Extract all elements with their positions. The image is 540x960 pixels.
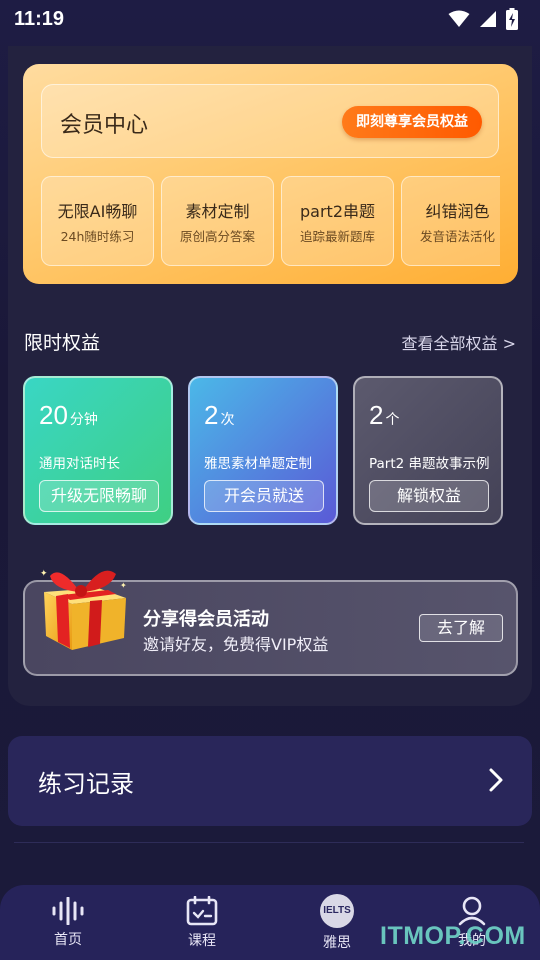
nav-label: 首页 <box>54 931 82 948</box>
benefit-desc: 通用对话时长 <box>39 456 120 472</box>
svg-text:✦: ✦ <box>40 569 48 579</box>
wifi-icon <box>448 10 470 27</box>
benefit-card-material[interactable]: 2次 雅思素材单题定制 开会员就送 <box>188 376 338 525</box>
vip-features: 无限AI畅聊 24h随时练习 素材定制 原创高分答案 part2串题 追踪最新题… <box>41 176 500 266</box>
user-icon <box>458 896 486 925</box>
nav-label: 雅思 <box>323 934 351 951</box>
nav-item-course[interactable]: 课程 <box>162 885 242 960</box>
vip-cta-button[interactable]: 即刻尊享会员权益 <box>342 106 482 138</box>
battery-icon <box>506 8 518 30</box>
vip-center-title: 会员中心 <box>60 113 149 138</box>
benefit-card-part2[interactable]: 2个 Part2 串题故事示例 解锁权益 <box>353 376 503 525</box>
benefit-card-chat-time[interactable]: 20 分钟 通用对话时长 升级无限畅聊 <box>23 376 173 525</box>
benefit-desc: 雅思素材单题定制 <box>204 456 312 472</box>
signal-icon <box>480 11 496 27</box>
vip-feature-correction[interactable]: 纠错润色 发音语法活化 <box>401 176 500 266</box>
share-title: 分享得会员活动 <box>143 609 269 630</box>
unlock-benefit-button[interactable]: 解锁权益 <box>369 480 489 512</box>
watermark-text: ITMOP.COM <box>380 922 526 950</box>
waveform-icon <box>52 896 84 925</box>
status-icons <box>448 8 518 30</box>
limited-benefits-title: 限时权益 <box>24 332 101 354</box>
view-all-benefits-link[interactable]: 查看全部权益 > <box>402 330 517 354</box>
nav-item-home[interactable]: 首页 <box>28 885 108 960</box>
feature-title: part2串题 <box>300 201 375 221</box>
feature-title: 无限AI畅聊 <box>57 201 138 221</box>
svg-text:✦: ✦ <box>120 581 127 590</box>
benefit-desc: Part2 串题故事示例 <box>369 456 490 472</box>
ielts-icon: IELTS <box>320 893 354 928</box>
feature-subtitle: 原创高分答案 <box>179 228 255 244</box>
feature-subtitle: 24h随时练习 <box>60 228 135 244</box>
vip-feature-part2[interactable]: part2串题 追踪最新题库 <box>281 176 394 266</box>
divider <box>14 842 524 843</box>
gift-box-icon: ✦ ✦ <box>40 569 127 650</box>
benefit-value: 2次 <box>204 400 235 430</box>
benefit-value: 20 分钟 <box>39 400 98 430</box>
vip-feature-material[interactable]: 素材定制 原创高分答案 <box>161 176 274 266</box>
share-subtitle: 邀请好友，免费得VIP权益 <box>143 635 329 654</box>
benefit-value: 2个 <box>369 400 400 430</box>
feature-subtitle: 追踪最新题库 <box>299 228 375 244</box>
chevron-right-icon <box>489 768 503 792</box>
practice-record-card[interactable]: 练习记录 <box>8 736 532 826</box>
feature-subtitle: 发音语法活化 <box>419 228 495 244</box>
vip-feature-ai-chat[interactable]: 无限AI畅聊 24h随时练习 <box>41 176 154 266</box>
open-membership-button[interactable]: 开会员就送 <box>204 480 324 512</box>
learn-more-button[interactable]: 去了解 <box>419 614 503 642</box>
calendar-check-icon <box>186 895 218 925</box>
vip-card[interactable]: 会员中心 即刻尊享会员权益 无限AI畅聊 24h随时练习 素材定制 原创高分答案… <box>23 64 518 284</box>
upgrade-unlimited-chat-button[interactable]: 升级无限畅聊 <box>39 480 159 512</box>
feature-title: 素材定制 <box>185 201 250 221</box>
practice-record-title: 练习记录 <box>38 770 134 798</box>
status-bar: 11:19 <box>0 0 540 38</box>
status-time: 11:19 <box>14 7 65 30</box>
vip-header: 会员中心 即刻尊享会员权益 <box>41 84 499 158</box>
nav-item-ielts[interactable]: IELTS 雅思 <box>297 885 377 960</box>
feature-title: 纠错润色 <box>425 201 490 221</box>
nav-label: 课程 <box>188 932 216 949</box>
